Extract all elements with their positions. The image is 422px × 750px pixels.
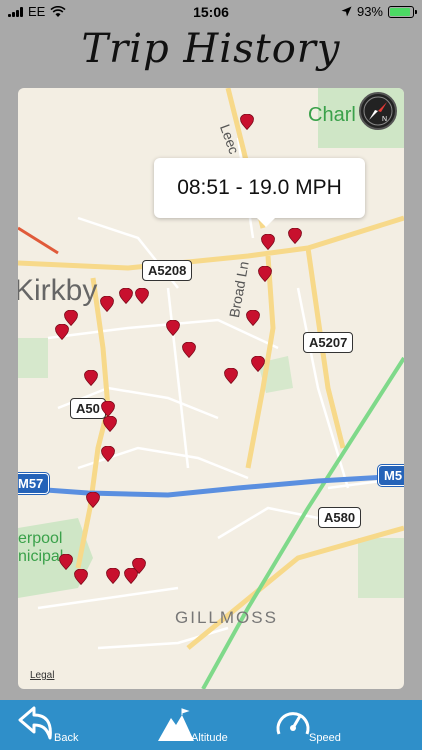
trip-marker-icon[interactable] bbox=[106, 568, 120, 584]
battery-icon bbox=[388, 5, 417, 18]
trip-marker-icon[interactable] bbox=[261, 234, 275, 250]
trip-marker-icon[interactable] bbox=[103, 416, 117, 432]
place-label-nicipal: nicipal bbox=[18, 548, 64, 565]
mountain-icon bbox=[158, 708, 194, 741]
speed-button[interactable]: Speed bbox=[273, 704, 353, 750]
speedometer-icon bbox=[276, 712, 310, 735]
map-view[interactable]: Kirkby Broad Ln GILLMOSS Charl Leec erpo… bbox=[18, 88, 404, 689]
speed-callout[interactable]: 08:51 - 19.0 MPH bbox=[154, 158, 365, 227]
battery-fill bbox=[390, 7, 411, 16]
trip-marker-icon[interactable] bbox=[84, 370, 98, 386]
svg-text:N: N bbox=[382, 116, 387, 123]
trip-marker-icon[interactable] bbox=[132, 558, 146, 574]
compass-icon[interactable]: N bbox=[359, 92, 397, 130]
altitude-label: Altitude bbox=[191, 732, 228, 744]
trip-marker-icon[interactable] bbox=[246, 310, 260, 326]
trip-marker-icon[interactable] bbox=[55, 324, 69, 340]
motorway-shield-m57: M57 bbox=[18, 472, 51, 495]
road-shield-a580: A580 bbox=[318, 507, 362, 528]
trip-marker-icon[interactable] bbox=[258, 266, 272, 282]
trip-marker-icon[interactable] bbox=[101, 446, 115, 462]
trip-marker-icon[interactable] bbox=[86, 492, 100, 508]
place-label-charl: Charl bbox=[308, 104, 356, 126]
road-shield-a5207: A5207 bbox=[303, 332, 354, 353]
place-label-kirkby: Kirkby bbox=[18, 274, 98, 307]
trip-marker-icon[interactable] bbox=[119, 288, 133, 304]
motorway-shield-m5: M5 bbox=[376, 464, 404, 487]
compass-needle-icon: N bbox=[363, 96, 393, 126]
place-label-erpool: erpool bbox=[18, 530, 63, 547]
legal-link[interactable]: Legal bbox=[30, 670, 54, 681]
road-shield-a5208: A5208 bbox=[142, 260, 193, 281]
status-bar: EE 15:06 93% bbox=[0, 0, 422, 24]
trip-marker-icon[interactable] bbox=[224, 368, 238, 384]
location-arrow-icon bbox=[341, 6, 352, 17]
trip-marker-icon[interactable] bbox=[182, 342, 196, 358]
back-arrow-icon bbox=[18, 706, 52, 740]
status-right: 93% bbox=[341, 4, 417, 19]
trip-marker-icon[interactable] bbox=[240, 114, 254, 130]
trip-marker-icon[interactable] bbox=[135, 288, 149, 304]
trip-marker-icon[interactable] bbox=[251, 356, 265, 372]
trip-marker-icon[interactable] bbox=[100, 296, 114, 312]
trip-marker-icon[interactable] bbox=[166, 320, 180, 336]
battery-percent: 93% bbox=[356, 4, 383, 19]
trip-marker-icon[interactable] bbox=[288, 228, 302, 244]
trip-marker-icon[interactable] bbox=[74, 569, 88, 585]
place-label-gillmoss: GILLMOSS bbox=[175, 608, 278, 627]
speed-label: Speed bbox=[309, 732, 341, 744]
trip-marker-icon[interactable] bbox=[101, 401, 115, 417]
trip-marker-icon[interactable] bbox=[59, 554, 73, 570]
page-title: Trip History bbox=[81, 26, 341, 72]
back-label: Back bbox=[54, 732, 79, 744]
altitude-button[interactable]: Altitude bbox=[155, 704, 240, 750]
bottom-tab-bar: Back Altitude Speed bbox=[0, 700, 422, 750]
back-button[interactable]: Back bbox=[14, 704, 84, 750]
